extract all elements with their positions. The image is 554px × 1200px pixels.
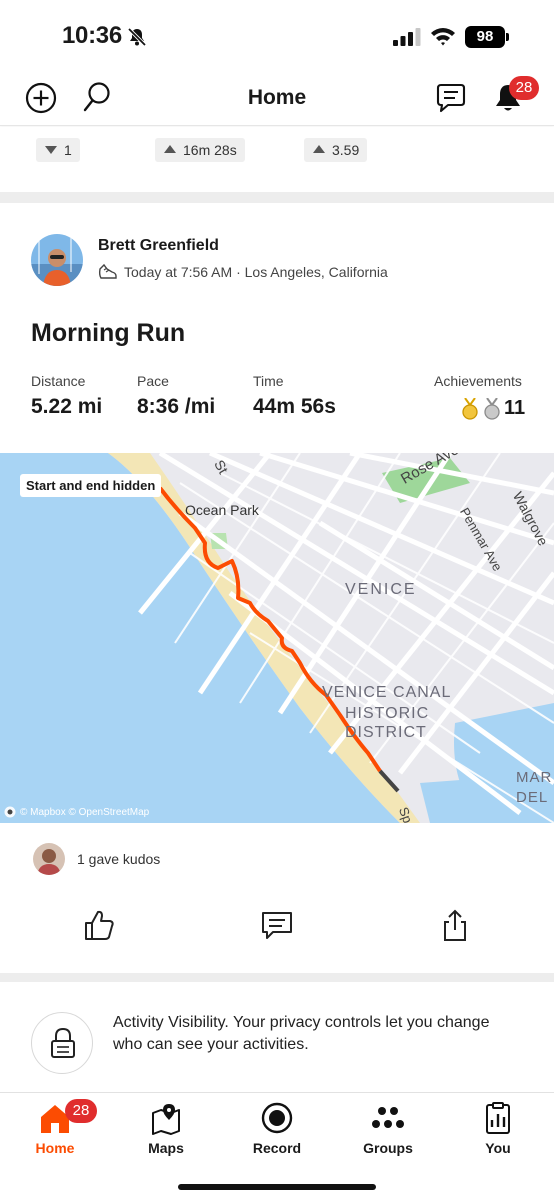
achievements-row: 11 xyxy=(460,397,525,420)
status-time: 10:36 xyxy=(62,22,122,49)
map-attribution[interactable]: © Mapbox © OpenStreetMap xyxy=(4,806,149,818)
kudos-thumbs-up-icon[interactable] xyxy=(82,908,116,942)
time-label: Time xyxy=(253,373,284,389)
top-nav-bar: Home 28 xyxy=(0,72,554,126)
arrow-up-icon xyxy=(164,145,176,153)
distance-value: 5.22 mi xyxy=(31,395,103,418)
map-label-canal-line-2: HISTORIC xyxy=(345,705,430,722)
tab-label: You xyxy=(485,1140,511,1156)
tab-record[interactable]: Record xyxy=(237,1101,317,1156)
activity-route-map[interactable]: Ocean Park VENICE VENICE CANAL HISTORIC … xyxy=(0,453,554,823)
athlete-avatar[interactable] xyxy=(31,234,83,286)
time-value: 44m 56s xyxy=(253,395,336,418)
comparison-chip-2: 16m 28s xyxy=(155,138,245,162)
notification-badge: 28 xyxy=(509,76,539,100)
status-bar: 10:36 98 xyxy=(0,0,554,72)
previous-activity-comparison: 1 16m 28s 3.59 xyxy=(0,127,554,192)
comparison-chip-3: 3.59 xyxy=(304,138,368,162)
comparison-value: 3.59 xyxy=(332,142,360,158)
page-title: Home xyxy=(247,86,307,109)
map-label-del: DEL xyxy=(516,789,549,806)
athlete-name[interactable]: Brett Greenfield xyxy=(98,237,219,255)
comparison-value: 1 xyxy=(64,142,72,158)
activity-meta-text: Today at 7:56 AM · Los Angeles, Californ… xyxy=(124,264,388,280)
battery-tip xyxy=(506,33,509,41)
map-label-canal-line-1: VENICE CANAL xyxy=(322,684,452,701)
map-label-mar: MAR xyxy=(516,769,553,786)
activity-card[interactable]: Brett Greenfield Today at 7:56 AM · Los … xyxy=(0,203,554,453)
wifi-icon xyxy=(431,28,455,46)
gold-medal-icon xyxy=(462,397,478,420)
cellular-signal-icon xyxy=(393,28,421,46)
messages-icon[interactable] xyxy=(434,83,468,115)
tab-you[interactable]: You xyxy=(458,1101,538,1156)
activity-meta: Today at 7:56 AM · Los Angeles, Californ… xyxy=(98,263,388,281)
lock-icon-container xyxy=(31,1012,93,1074)
arrow-down-icon xyxy=(45,146,57,154)
pace-label: Pace xyxy=(137,373,169,389)
bell-off-icon xyxy=(127,27,147,47)
mapbox-logo-icon xyxy=(4,806,16,818)
home-indicator xyxy=(178,1184,376,1190)
achievements-label: Achievements xyxy=(434,373,522,389)
map-label-venice: VENICE xyxy=(345,581,417,598)
silver-medal-icon xyxy=(484,397,500,420)
maps-icon xyxy=(152,1104,180,1135)
kudos-count-text[interactable]: 1 gave kudos xyxy=(77,851,160,867)
map-label-canal-line-3: DISTRICT xyxy=(345,724,427,741)
tab-label: Record xyxy=(252,1140,302,1156)
record-icon xyxy=(261,1102,293,1134)
tab-label: Home xyxy=(35,1140,75,1156)
attribution-text: © Mapbox © OpenStreetMap xyxy=(20,806,150,818)
map-label-ocean-park: Ocean Park xyxy=(185,502,259,518)
battery-indicator: 98 xyxy=(465,26,505,48)
tab-label: Groups xyxy=(363,1140,413,1156)
divider xyxy=(0,973,554,982)
distance-label: Distance xyxy=(31,373,86,389)
privacy-notice-text: Activity Visibility. Your privacy contro… xyxy=(113,1014,490,1053)
tab-label: Maps xyxy=(148,1140,184,1156)
lock-icon xyxy=(51,1027,75,1058)
comparison-chip-1: 1 xyxy=(36,138,80,162)
start-end-hidden-tag: Start and end hidden xyxy=(20,474,162,497)
tab-groups[interactable]: Groups xyxy=(348,1101,428,1156)
comparison-value: 16m 28s xyxy=(183,142,237,158)
activity-title[interactable]: Morning Run xyxy=(31,319,185,348)
achievements-count: 11 xyxy=(504,397,526,419)
tab-maps[interactable]: Maps xyxy=(126,1101,206,1156)
privacy-notice-card[interactable]: Activity Visibility. Your privacy contro… xyxy=(0,982,554,1087)
comment-icon[interactable] xyxy=(260,908,294,942)
running-shoe-icon xyxy=(98,263,117,279)
kudos-avatar[interactable] xyxy=(33,843,65,875)
arrow-up-icon xyxy=(313,145,325,153)
profile-stats-icon xyxy=(486,1102,510,1134)
pace-value: 8:36 /mi xyxy=(137,395,216,418)
groups-icon xyxy=(372,1107,404,1128)
home-tab-badge: 28 xyxy=(65,1099,97,1123)
tab-home[interactable]: Home 28 xyxy=(15,1099,97,1156)
divider xyxy=(0,192,554,203)
share-icon[interactable] xyxy=(438,908,472,942)
kudos-section: 1 gave kudos xyxy=(0,823,554,973)
